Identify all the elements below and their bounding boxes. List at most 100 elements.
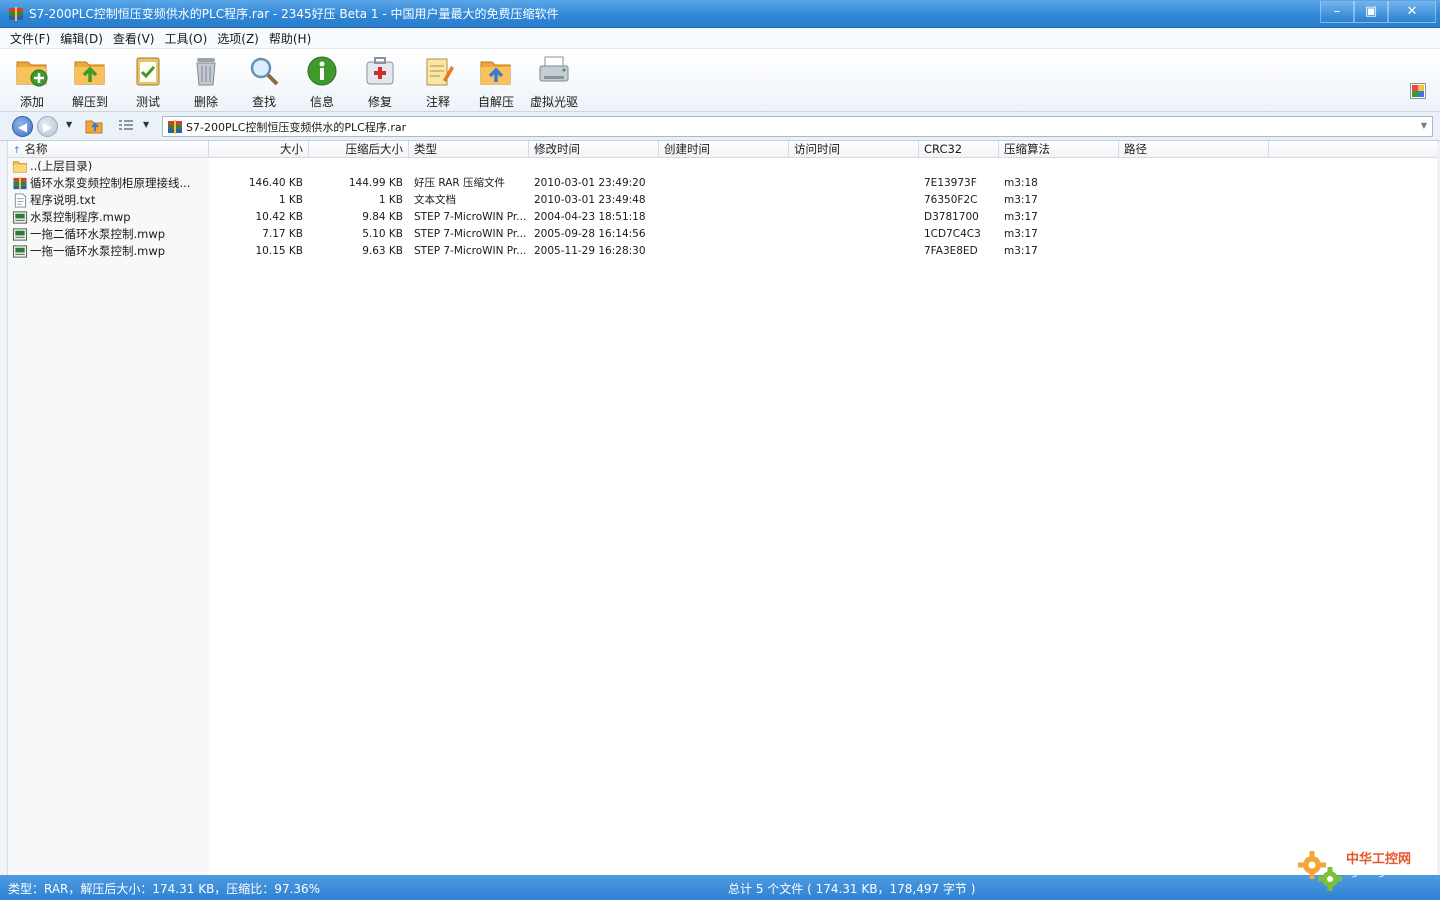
file-name: 一拖二循环水泵控制.mwp — [30, 227, 166, 241]
find-button[interactable]: 查找 — [236, 54, 292, 110]
file-size-cell: 10.15 KB — [255, 245, 304, 257]
close-button[interactable]: ✕ — [1388, 1, 1436, 23]
col-crc32[interactable]: CRC32 — [919, 141, 999, 158]
mwp-file-icon — [12, 228, 28, 241]
file-path-cell — [1124, 226, 1269, 243]
col-method[interactable]: 压缩算法 — [999, 141, 1119, 158]
file-row[interactable]: 一拖二循环水泵控制.mwp 7.17 KB 5.10 KB STEP 7-MicroW… — [8, 226, 1437, 243]
menu-tools[interactable]: 工具(O) — [159, 30, 212, 47]
col-size[interactable]: 大小 — [209, 141, 309, 158]
file-size-cell — [209, 158, 303, 175]
file-packed-cell: 9.63 KB — [362, 245, 403, 257]
file-method-cell: m3:17 — [1004, 194, 1038, 206]
file-size-cell: 7.17 KB — [262, 228, 303, 240]
forward-button[interactable]: ▶ — [37, 116, 58, 137]
file-method-cell: m3:17 — [1004, 245, 1038, 257]
menu-edit[interactable]: 编辑(D) — [55, 30, 108, 47]
col-created[interactable]: 创建时间 — [659, 141, 789, 158]
file-accessed-cell — [794, 226, 919, 243]
menu-help[interactable]: 帮助(H) — [264, 30, 316, 47]
up-folder-icon[interactable] — [85, 118, 103, 134]
virtual-drive-button[interactable]: 虚拟光驱 — [526, 54, 582, 110]
status-bar: 类型：RAR，解压后大小：174.31 KB，压缩比：97.36% 总计 5 个… — [0, 851, 1440, 900]
title-bar: S7-200PLC控制恒压变频供水的PLC程序.rar - 2345好压 Bet… — [0, 0, 1440, 28]
file-modified-cell: 2005-09-28 16:14:56 — [534, 228, 646, 240]
file-packed-cell — [309, 158, 403, 175]
file-packed-cell: 144.99 KB — [348, 177, 403, 189]
file-name-cell: ..(上层目录) — [8, 158, 209, 175]
extract-button[interactable]: 解压到 — [62, 54, 118, 110]
add-button[interactable]: 添加 — [4, 54, 60, 110]
file-size-cell: 10.42 KB — [255, 211, 304, 223]
col-modified[interactable]: 修改时间 — [529, 141, 659, 158]
col-type[interactable]: 类型 — [409, 141, 529, 158]
file-name: ..(上层目录) — [30, 159, 93, 173]
back-button[interactable]: ◀ — [12, 116, 33, 137]
toolbar: 添加 解压到 测试 删除 查找 信息 修复 注释 自解压 虚拟光驱 — [0, 49, 1440, 112]
file-rows: ..(上层目录) 循环水泵变频控制柜原理接线... 146.40 KB 144.99 … — [8, 158, 1437, 260]
sort-ascending-icon: ↑ — [13, 146, 21, 156]
file-path-cell — [1124, 175, 1269, 192]
self-extract-button[interactable]: 自解压 — [468, 54, 524, 110]
file-row[interactable]: 循环水泵变频控制柜原理接线... 146.40 KB 144.99 KB 好压 RAR… — [8, 175, 1437, 192]
file-modified-cell: 2005-11-29 16:28:30 — [534, 245, 646, 257]
col-packed-size[interactable]: 压缩后大小 — [309, 141, 409, 158]
repair-button[interactable]: 修复 — [352, 54, 408, 110]
file-type-cell: 文本文档 — [414, 194, 456, 206]
test-button[interactable]: 测试 — [120, 54, 176, 110]
info-button[interactable]: 信息 — [294, 54, 350, 110]
col-name[interactable]: ↑ 名称 — [8, 141, 209, 158]
file-method-cell — [1004, 158, 1119, 175]
add-folder-icon — [16, 61, 48, 87]
file-packed-cell: 1 KB — [378, 194, 403, 206]
maximize-button[interactable]: ▣ — [1354, 1, 1388, 23]
address-dropdown-icon[interactable]: ▼ — [1421, 121, 1427, 130]
file-crc-cell — [924, 158, 999, 175]
window-title: S7-200PLC控制恒压变频供水的PLC程序.rar - 2345好压 Bet… — [29, 7, 559, 21]
file-row[interactable]: 程序说明.txt 1 KB 1 KB 文本文档 2010-03-01 23:49:48 7… — [8, 192, 1437, 209]
status-archive-info: 类型：RAR，解压后大小：174.31 KB，压缩比：97.36% — [8, 882, 321, 896]
menu-file[interactable]: 文件(F) — [5, 30, 55, 47]
menu-options[interactable]: 选项(Z) — [212, 30, 264, 47]
file-name: 循环水泵变频控制柜原理接线... — [30, 176, 191, 190]
view-dropdown-icon[interactable]: ▼ — [143, 120, 149, 129]
col-accessed[interactable]: 访问时间 — [789, 141, 919, 158]
address-bar-row: ◀ ▶ ▼ ▼ S7-200PLC控制恒压变频供水的PLC程序.rar ▼ — [0, 112, 1440, 141]
minimize-button[interactable]: – — [1320, 1, 1354, 23]
mwp-file-icon — [12, 245, 28, 258]
status-total: 总计 5 个文件 ( 174.31 KB，178,497 字节 ) — [728, 882, 976, 896]
skin-palette-icon[interactable] — [1410, 83, 1426, 99]
file-created-cell — [664, 226, 789, 243]
file-row[interactable]: 水泵控制程序.mwp 10.42 KB 9.84 KB STEP 7-MicroWIN… — [8, 209, 1437, 226]
menu-view[interactable]: 查看(V) — [108, 30, 160, 47]
delete-button[interactable]: 删除 — [178, 54, 234, 110]
magnifier-icon — [250, 57, 279, 86]
test-clipboard-icon — [136, 57, 160, 86]
rar-icon — [168, 119, 182, 134]
view-mode-icon[interactable] — [118, 119, 134, 133]
file-path-cell — [1124, 192, 1269, 209]
file-row[interactable]: ..(上层目录) — [8, 158, 1437, 175]
file-accessed-cell — [794, 158, 919, 175]
virtual-drive-icon — [539, 56, 569, 82]
address-field[interactable]: S7-200PLC控制恒压变频供水的PLC程序.rar ▼ — [162, 116, 1433, 137]
note-icon — [426, 58, 454, 86]
history-dropdown-icon[interactable]: ▼ — [66, 120, 72, 129]
window-controls: – ▣ ✕ — [1320, 1, 1436, 23]
file-created-cell — [664, 192, 789, 209]
file-crc-cell: 7E13973F — [924, 177, 977, 189]
file-list: ↑ 名称 大小 压缩后大小 类型 修改时间 创建时间 访问时间 CRC32 压缩算… — [0, 141, 1440, 875]
text-file-icon — [14, 193, 27, 208]
file-size-cell: 1 KB — [278, 194, 303, 206]
comment-button[interactable]: 注释 — [410, 54, 466, 110]
file-method-cell: m3:17 — [1004, 211, 1038, 223]
file-modified-cell: 2004-04-23 18:51:18 — [534, 211, 646, 223]
col-path[interactable]: 路径 — [1119, 141, 1269, 158]
file-path-cell — [1124, 158, 1269, 175]
file-accessed-cell — [794, 209, 919, 226]
file-row[interactable]: 一拖一循环水泵控制.mwp 10.15 KB 9.63 KB STEP 7-Micro… — [8, 243, 1437, 260]
archive-app-icon — [9, 6, 23, 21]
file-packed-cell: 5.10 KB — [362, 228, 403, 240]
extract-folder-icon — [74, 61, 105, 85]
file-size-cell: 146.40 KB — [248, 177, 303, 189]
